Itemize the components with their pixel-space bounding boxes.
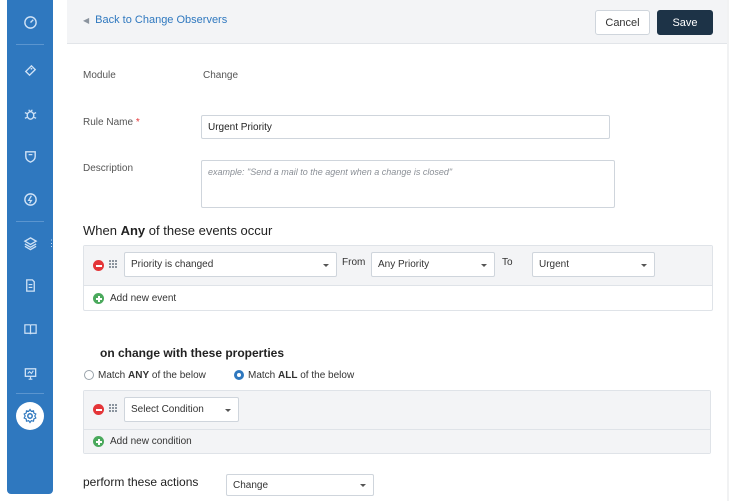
- document-icon: [25, 278, 35, 292]
- module-value: Change: [203, 70, 239, 81]
- back-arrow-icon: ◀: [83, 15, 90, 25]
- drag-handle-icon[interactable]: [109, 260, 117, 269]
- add-event-icon[interactable]: [93, 293, 104, 304]
- sidebar-divider: [16, 44, 44, 45]
- events-box: Priority is changed From Any Priority To…: [83, 245, 713, 311]
- from-value: Any Priority: [378, 259, 430, 270]
- sidebar-item-tickets[interactable]: [7, 55, 53, 85]
- conditions-box: Select Condition Add new condition: [83, 390, 711, 454]
- match-any-suffix: of the below: [151, 370, 206, 381]
- condition-add-row: Add new condition: [84, 429, 710, 453]
- from-label: From: [342, 257, 366, 268]
- chevron-down-icon: [225, 409, 231, 412]
- add-condition-icon[interactable]: [93, 436, 104, 447]
- to-value: Urgent: [539, 259, 570, 270]
- rule-name-input[interactable]: Urgent Priority: [201, 115, 610, 139]
- back-link-label: Back to Change Observers: [95, 14, 228, 26]
- match-all-suffix: of the below: [300, 370, 355, 381]
- sidebar-item-admin[interactable]: [16, 402, 44, 430]
- events-section-title: When Any of these events occur: [83, 223, 272, 238]
- description-label: Description: [83, 163, 134, 174]
- bug-icon: [24, 108, 36, 120]
- to-select[interactable]: Urgent: [532, 252, 655, 277]
- monitor-icon: [24, 367, 36, 380]
- release-icon: [23, 192, 37, 206]
- match-all-label[interactable]: Match ALL of the below: [248, 370, 354, 381]
- settings-icon: [23, 408, 37, 424]
- match-any-label[interactable]: Match ANY of the below: [98, 370, 206, 381]
- sidebar: ⋮: [7, 0, 56, 494]
- sidebar-item-changes[interactable]: [7, 141, 53, 171]
- add-event-link[interactable]: Add new event: [110, 293, 176, 304]
- sidebar-divider: [16, 393, 44, 394]
- remove-event-icon[interactable]: [93, 260, 104, 271]
- more-icon[interactable]: ⋮: [47, 239, 56, 248]
- back-link[interactable]: ◀ Back to Change Observers: [83, 14, 227, 26]
- add-condition-link[interactable]: Add new condition: [110, 436, 192, 447]
- event-type-select[interactable]: Priority is changed: [124, 252, 337, 277]
- sidebar-item-problems[interactable]: [7, 99, 53, 129]
- action-select[interactable]: Change: [226, 474, 374, 496]
- event-type-value: Priority is changed: [131, 259, 214, 270]
- layers-icon: [23, 236, 37, 250]
- match-any-bold: ANY: [128, 370, 150, 381]
- save-button[interactable]: Save: [657, 10, 713, 35]
- shield-icon: [24, 150, 36, 163]
- match-all-radio[interactable]: [234, 370, 244, 380]
- match-all-bold: ALL: [278, 370, 298, 381]
- match-all-prefix: Match: [248, 370, 276, 381]
- required-mark: *: [135, 117, 140, 128]
- sidebar-item-contracts[interactable]: [7, 270, 53, 300]
- events-title-prefix: When: [83, 223, 117, 238]
- description-textarea[interactable]: example: "Send a mail to the agent when …: [201, 160, 615, 208]
- chevron-down-icon: [323, 264, 329, 267]
- sidebar-item-releases[interactable]: [7, 184, 53, 214]
- cancel-button[interactable]: Cancel: [595, 10, 650, 35]
- action-value: Change: [233, 479, 269, 491]
- match-any-prefix: Match: [98, 370, 126, 381]
- dashboard-icon: [23, 15, 37, 29]
- event-row: Priority is changed From Any Priority To…: [84, 246, 712, 286]
- to-label: To: [502, 257, 513, 268]
- condition-value: Select Condition: [131, 404, 204, 415]
- drag-handle-icon[interactable]: [109, 404, 117, 413]
- chevron-down-icon: [360, 484, 366, 487]
- events-title-suffix: of these events occur: [148, 223, 273, 238]
- match-any-radio[interactable]: [84, 370, 94, 380]
- ticket-icon: [24, 64, 36, 76]
- module-label: Module: [83, 70, 116, 81]
- app-root: ⋮ ◀ Back to Change Observers Cancel Save…: [0, 0, 751, 501]
- sidebar-divider: [16, 221, 44, 222]
- condition-row: Select Condition: [84, 391, 710, 429]
- condition-select[interactable]: Select Condition: [124, 397, 239, 422]
- actions-section-title: perform these actions: [83, 475, 199, 489]
- conditions-section-title: on change with these properties: [100, 346, 285, 360]
- sidebar-item-solutions[interactable]: [7, 314, 53, 344]
- book-icon: [23, 323, 37, 334]
- sidebar-item-reports[interactable]: [7, 358, 53, 388]
- events-title-any: Any: [120, 223, 146, 238]
- rule-name-label-text: Rule Name: [83, 117, 134, 128]
- sidebar-item-dashboard[interactable]: [7, 7, 53, 37]
- rule-name-label: Rule Name *: [83, 117, 140, 128]
- chevron-down-icon: [481, 264, 487, 267]
- from-select[interactable]: Any Priority: [371, 252, 495, 277]
- topbar: ◀ Back to Change Observers Cancel Save: [67, 0, 727, 44]
- chevron-down-icon: [641, 264, 647, 267]
- panel-edge: [727, 0, 729, 501]
- remove-condition-icon[interactable]: [93, 404, 104, 415]
